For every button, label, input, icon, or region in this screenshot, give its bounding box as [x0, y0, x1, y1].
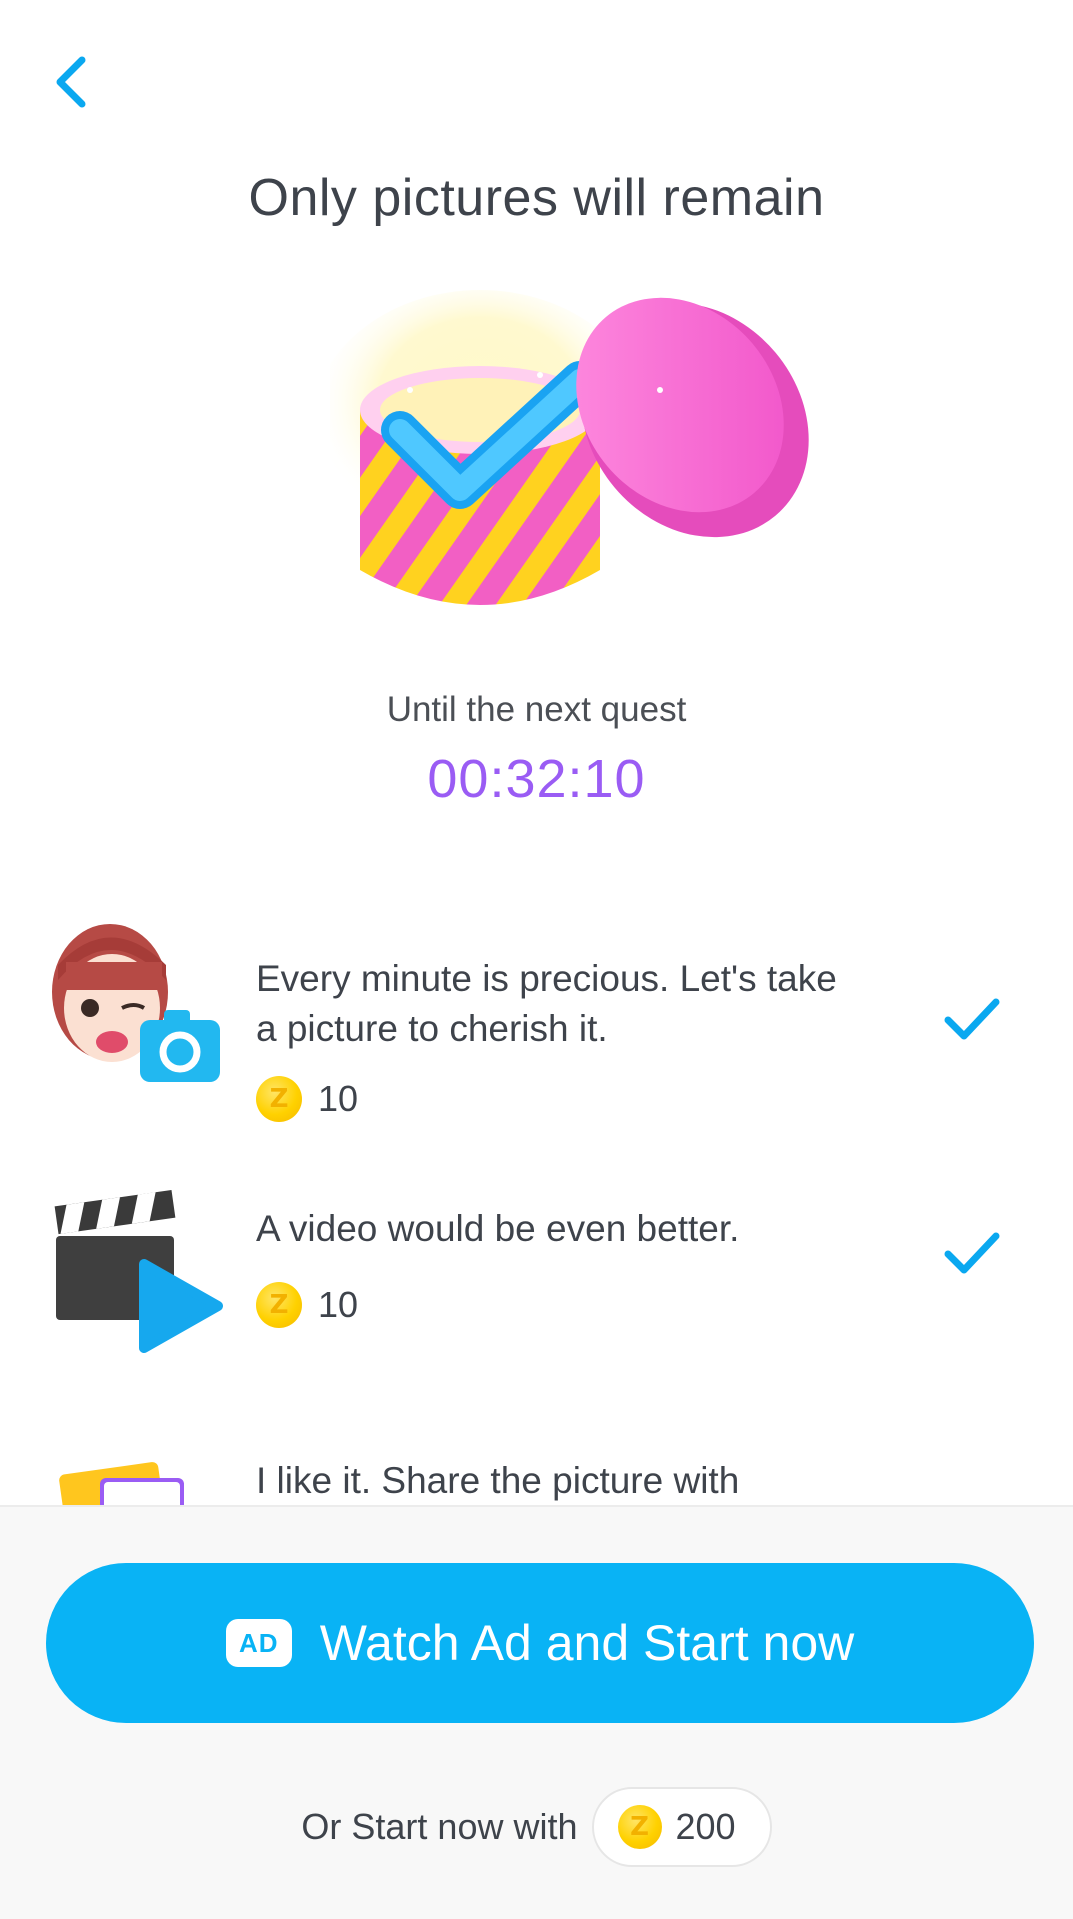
quest-description: A video would be even better. [256, 1208, 740, 1249]
photos-share-icon [48, 1456, 224, 1505]
coin-cost: 200 [675, 1806, 736, 1847]
start-with-coins-row: Or Start now with Z 200 [0, 1787, 1073, 1867]
reward-amount: 10 [318, 1078, 359, 1119]
ad-badge: AD [225, 1619, 292, 1667]
quest-list[interactable]: Every minute is precious. Let's take a p… [0, 890, 1073, 1505]
coin-icon: Z [256, 1076, 302, 1122]
quest-reward: Z 10 [256, 1076, 358, 1122]
page-title: Only pictures will remain [248, 169, 825, 227]
coin-icon: Z [617, 1805, 662, 1849]
quest-description: Every minute is precious. Let's take a p… [256, 958, 837, 1049]
avatar-camera-icon [48, 910, 224, 1086]
or-start-label: Or Start now with [301, 1806, 578, 1847]
quest-description: I like it. Share the picture with [256, 1460, 740, 1501]
gift-box-checkmark-icon [310, 280, 810, 640]
start-with-coins-button[interactable]: Z 200 [591, 1787, 772, 1867]
countdown-timer: 00:32:10 [427, 749, 646, 809]
chevron-left-icon [56, 56, 86, 108]
clapperboard-play-icon [48, 1186, 224, 1362]
back-button[interactable] [44, 52, 96, 112]
countdown-label: Until the next quest [386, 690, 687, 729]
checkmark-icon [944, 998, 1000, 1040]
bottom-action-bar: AD Watch Ad and Start now Or Start now w… [0, 1505, 1073, 1919]
watch-ad-button[interactable]: AD Watch Ad and Start now [46, 1563, 1034, 1723]
reward-amount: 10 [318, 1284, 359, 1325]
coin-icon: Z [256, 1282, 302, 1328]
watch-ad-label: Watch Ad and Start now [319, 1615, 855, 1671]
checkmark-icon [944, 1232, 1000, 1274]
quest-reward: Z 10 [256, 1282, 358, 1328]
